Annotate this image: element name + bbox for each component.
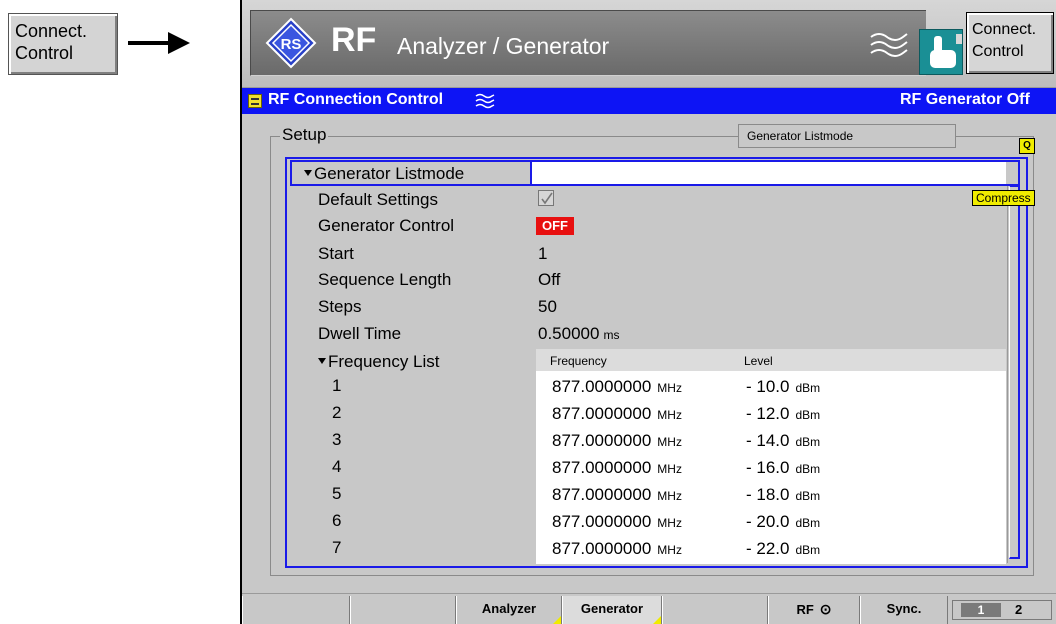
- sequence-length-value[interactable]: Off: [538, 270, 560, 290]
- list-index: 3: [332, 430, 342, 449]
- connect-control-side-button[interactable]: Connect. Control: [8, 13, 118, 75]
- default-settings-row[interactable]: Default Settings: [288, 188, 1008, 212]
- dwell-time-value[interactable]: 0.50000 ms: [538, 324, 619, 344]
- generator-control-value[interactable]: OFF: [536, 217, 574, 235]
- list-frequency[interactable]: 877.0000000 MHz: [552, 458, 682, 478]
- menu-wave-icon: [475, 93, 495, 109]
- connect-control-line1: Connect.: [972, 21, 1037, 38]
- title-panel: RS RF Analyzer / Generator: [250, 10, 963, 76]
- list-level[interactable]: - 16.0 dBm: [746, 458, 820, 478]
- q-badge[interactable]: Q: [1019, 138, 1035, 154]
- list-index: 1: [332, 376, 342, 395]
- start-row[interactable]: Start 1: [288, 242, 1008, 266]
- list-level[interactable]: - 14.0 dBm: [746, 431, 820, 451]
- list-item[interactable]: 6 877.0000000 MHz - 20.0 dBm: [288, 509, 1006, 533]
- menu-icon[interactable]: [248, 94, 262, 108]
- list-item[interactable]: 2 877.0000000 MHz - 12.0 dBm: [288, 401, 1006, 425]
- frequency-list-header: Frequency Level: [536, 349, 1006, 371]
- title-bar: RS RF Analyzer / Generator Connect. Cont…: [242, 0, 1056, 88]
- generator-control-label: Generator Control: [318, 216, 455, 235]
- list-index: 5: [332, 484, 342, 503]
- steps-row[interactable]: Steps 50: [288, 295, 1008, 319]
- connect-control-line2: Control: [972, 43, 1024, 60]
- rohde-schwarz-logo-icon: RS: [265, 17, 317, 69]
- list-index: 4: [332, 457, 342, 476]
- list-frequency[interactable]: 877.0000000 MHz: [552, 431, 682, 451]
- menu-title: RF Connection Control: [268, 91, 444, 108]
- list-frequency[interactable]: 877.0000000 MHz: [552, 539, 682, 559]
- scroll-thumb[interactable]: [1009, 185, 1020, 559]
- default-settings-checkbox[interactable]: [538, 190, 554, 206]
- svg-text:RS: RS: [281, 36, 302, 53]
- menu-bar: RF Connection Control RF Generator Off: [242, 88, 1056, 114]
- start-value[interactable]: 1: [538, 244, 547, 264]
- list-frequency[interactable]: 877.0000000 MHz: [552, 404, 682, 424]
- tab-empty-2[interactable]: [350, 596, 456, 624]
- tab-sync[interactable]: Sync.: [860, 596, 948, 624]
- side-button-line2: Control: [15, 43, 74, 63]
- sequence-length-label: Sequence Length: [318, 270, 452, 289]
- generator-listmode-label: Generator Listmode: [304, 164, 464, 184]
- dwell-time-row[interactable]: Dwell Time 0.50000 ms: [288, 322, 1008, 346]
- tab-rf[interactable]: RF ⊙: [768, 596, 860, 624]
- generator-status: RF Generator Off: [900, 91, 1030, 108]
- list-item[interactable]: 5 877.0000000 MHz - 18.0 dBm: [288, 482, 1006, 506]
- rf-connector-icon: ⊙: [819, 601, 832, 617]
- generator-control-row[interactable]: Generator Control OFF: [288, 214, 1008, 238]
- page-2[interactable]: 2: [1015, 602, 1022, 617]
- list-level[interactable]: - 18.0 dBm: [746, 485, 820, 505]
- page-1[interactable]: 1: [961, 603, 1001, 617]
- expand-triangle-icon[interactable]: [318, 358, 326, 364]
- list-item[interactable]: 7 877.0000000 MHz - 22.0 dBm: [288, 536, 1006, 560]
- tab-analyzer[interactable]: Analyzer: [456, 596, 562, 624]
- list-index: 6: [332, 511, 342, 530]
- pointing-hand-icon[interactable]: [919, 29, 963, 75]
- col-frequency: Frequency: [550, 354, 607, 368]
- generator-listmode-value[interactable]: [530, 162, 1006, 184]
- checkmark-icon: [541, 192, 553, 205]
- page-indicator[interactable]: 1 2: [952, 600, 1052, 620]
- list-item[interactable]: 4 877.0000000 MHz - 16.0 dBm: [288, 455, 1006, 479]
- default-settings-label: Default Settings: [318, 190, 439, 209]
- setup-label: Setup: [280, 125, 329, 145]
- softkey-tab-bar: Analyzer Generator RF ⊙ Sync. 1 2: [242, 593, 1056, 624]
- tab-generator[interactable]: Generator: [562, 596, 662, 624]
- col-level: Level: [744, 354, 773, 368]
- tab-empty-3[interactable]: [662, 596, 768, 624]
- list-frequency[interactable]: 877.0000000 MHz: [552, 485, 682, 505]
- list-level[interactable]: - 20.0 dBm: [746, 512, 820, 532]
- dwell-time-unit: ms: [603, 328, 620, 342]
- list-level[interactable]: - 10.0 dBm: [746, 377, 820, 397]
- title-rf: RF: [331, 21, 377, 59]
- generator-listmode-tab[interactable]: Generator Listmode: [738, 124, 956, 148]
- list-index: 2: [332, 403, 342, 422]
- steps-value[interactable]: 50: [538, 297, 557, 317]
- dwell-time-label: Dwell Time: [318, 324, 402, 343]
- list-item[interactable]: 1 877.0000000 MHz - 10.0 dBm: [288, 374, 1006, 398]
- list-item[interactable]: 3 877.0000000 MHz - 14.0 dBm: [288, 428, 1006, 452]
- list-frequency[interactable]: 877.0000000 MHz: [552, 377, 682, 397]
- list-frequency[interactable]: 877.0000000 MHz: [552, 512, 682, 532]
- sequence-length-row[interactable]: Sequence Length Off: [288, 268, 1008, 292]
- expand-triangle-icon[interactable]: [304, 170, 312, 176]
- list-level[interactable]: - 22.0 dBm: [746, 539, 820, 559]
- frequency-list-label: Frequency List: [318, 352, 440, 372]
- list-level[interactable]: - 12.0 dBm: [746, 404, 820, 424]
- instrument-screen: RS RF Analyzer / Generator Connect. Cont…: [240, 0, 1056, 624]
- title-subtitle: Analyzer / Generator: [397, 33, 610, 59]
- start-label: Start: [318, 244, 354, 263]
- steps-label: Steps: [318, 297, 362, 316]
- scrollbar[interactable]: [1007, 163, 1021, 563]
- generator-listmode-row[interactable]: Generator Listmode: [290, 160, 1020, 186]
- connect-control-button[interactable]: Connect. Control: [966, 12, 1054, 74]
- list-index: 7: [332, 538, 342, 557]
- right-arrow-icon: [128, 32, 190, 54]
- rf-wave-icon: [870, 33, 908, 57]
- side-button-line1: Connect.: [15, 21, 88, 41]
- tab-empty-1[interactable]: [242, 596, 350, 624]
